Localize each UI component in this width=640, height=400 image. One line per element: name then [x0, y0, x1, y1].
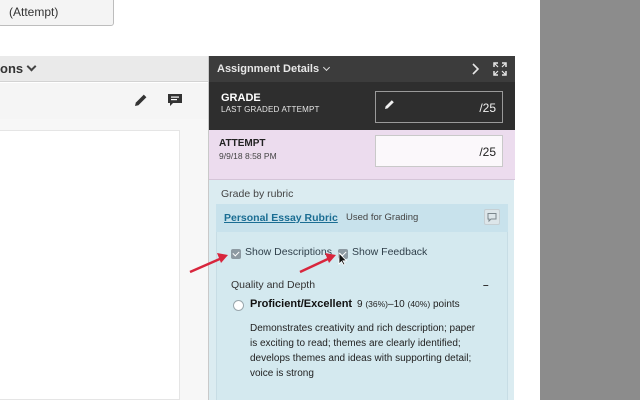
attempt-button[interactable]: (Attempt)	[0, 0, 114, 26]
show-descriptions-label: Show Descriptions	[245, 246, 332, 258]
grade-input[interactable]: /25	[375, 91, 503, 123]
rubric-link[interactable]: Personal Essay Rubric	[224, 212, 338, 224]
grade-by-rubric-label: Grade by rubric	[221, 188, 294, 200]
level-description: Demonstrates creativity and rich descrip…	[250, 323, 476, 379]
attempt-grade-input[interactable]: /25	[375, 135, 503, 167]
expand-icon[interactable]	[493, 62, 507, 76]
chevron-down-icon	[323, 63, 331, 72]
rubric-comment-button[interactable]	[484, 209, 500, 225]
grade-subtitle: LAST GRADED ATTEMPT	[221, 105, 320, 114]
doc-toolbar	[0, 83, 208, 119]
pencil-icon	[385, 100, 394, 109]
document-page	[0, 130, 180, 400]
backdrop	[540, 0, 640, 400]
comment-icon[interactable]	[166, 91, 184, 109]
pct-low: (36%)	[365, 299, 389, 309]
rubric-used-label: Used for Grading	[346, 212, 419, 223]
panel-title: Assignment Details	[217, 63, 320, 75]
criterion-title: Quality and Depth	[231, 279, 316, 291]
points-low: 9	[357, 299, 363, 310]
show-descriptions-checkbox[interactable]	[231, 249, 241, 259]
chevron-down-icon	[26, 61, 37, 72]
level-radio[interactable]	[233, 300, 244, 311]
rubric-header: Personal Essay Rubric Used for Grading	[216, 204, 508, 232]
pct-high: (40%)	[407, 299, 431, 309]
options-label: ons	[0, 61, 24, 76]
panel-header[interactable]: Assignment Details	[209, 56, 515, 82]
attempt-title: ATTEMPT	[219, 138, 266, 149]
collapse-button[interactable]: –	[483, 280, 489, 291]
attempt-button-label: (Attempt)	[9, 5, 59, 19]
document-area: (Attempt) ons	[0, 0, 208, 400]
attempt-date: 9/9/18 8:58 PM	[219, 151, 277, 161]
comment-icon	[487, 213, 497, 223]
level-points: 9 (36%)–10 (40%) points	[357, 299, 460, 310]
gutter	[514, 0, 540, 400]
attempt-section: ATTEMPT 9/9/18 8:58 PM /25	[209, 130, 515, 180]
grade-title: GRADE	[221, 92, 261, 104]
options-bar[interactable]: ons	[0, 56, 208, 82]
pencil-icon[interactable]	[132, 91, 150, 109]
grade-value: /25	[479, 101, 496, 115]
points-unit: points	[432, 299, 460, 310]
chevron-right-icon[interactable]	[471, 63, 481, 75]
level-title: Proficient/Excellent	[250, 298, 353, 310]
assignment-details-panel: Assignment Details GRADE LAST GRADED ATT…	[208, 56, 515, 400]
points-high: 10	[393, 299, 405, 310]
show-feedback-label: Show Feedback	[352, 246, 428, 258]
grade-section: GRADE LAST GRADED ATTEMPT /25	[209, 82, 515, 130]
attempt-grade-value: /25	[479, 145, 496, 159]
mouse-cursor-icon	[338, 252, 348, 266]
